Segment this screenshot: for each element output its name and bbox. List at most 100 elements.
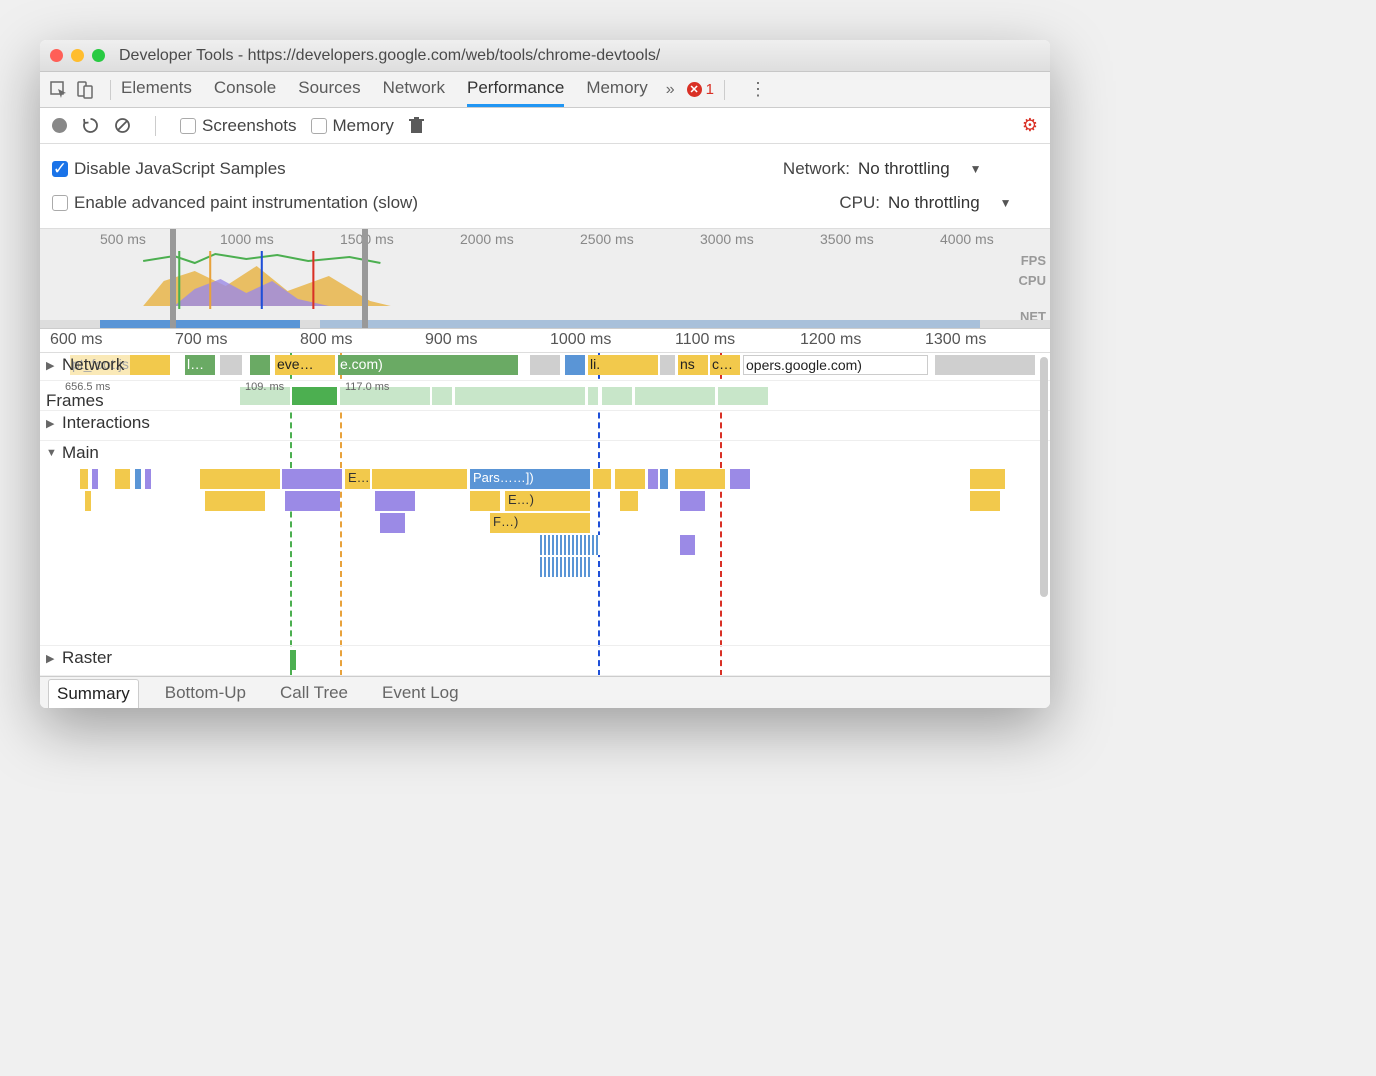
flame-event[interactable] xyxy=(282,469,342,489)
gear-icon[interactable]: ⚙ xyxy=(1022,115,1038,136)
flame-event[interactable] xyxy=(145,469,151,489)
expand-icon[interactable]: ▶ xyxy=(46,359,58,372)
checkbox-icon[interactable] xyxy=(180,118,196,134)
network-track[interactable]: ▶Network pt_foot.js l… eve… e.com) li. n… xyxy=(40,353,1050,381)
device-icon[interactable] xyxy=(74,79,96,101)
viewport-handle-right[interactable] xyxy=(362,229,368,328)
raster-track[interactable]: ▶Raster xyxy=(40,646,1050,676)
network-request[interactable]: ns xyxy=(678,355,708,375)
reload-icon[interactable] xyxy=(81,117,99,135)
flame-event[interactable]: F…) xyxy=(490,513,590,533)
collapse-icon[interactable]: ▼ xyxy=(46,447,58,459)
flame-event[interactable] xyxy=(540,535,600,555)
network-request[interactable]: opers.google.com) xyxy=(743,355,928,375)
frame[interactable] xyxy=(635,387,715,405)
flame-event[interactable] xyxy=(675,469,725,489)
flame-event[interactable] xyxy=(135,469,141,489)
network-request[interactable] xyxy=(660,355,675,375)
network-request[interactable] xyxy=(530,355,560,375)
network-request[interactable]: c… xyxy=(710,355,740,375)
frame[interactable] xyxy=(588,387,598,405)
tab-network[interactable]: Network xyxy=(383,72,445,107)
flame-event[interactable] xyxy=(290,650,296,670)
frame[interactable] xyxy=(718,387,768,405)
flame-event[interactable] xyxy=(648,469,658,489)
menu-icon[interactable]: ⋮ xyxy=(749,79,767,100)
checkbox-icon[interactable] xyxy=(52,195,68,211)
error-badge[interactable]: ✕1 xyxy=(687,81,714,98)
zoom-icon[interactable] xyxy=(92,49,105,62)
flame-event[interactable] xyxy=(115,469,130,489)
network-request[interactable]: l… xyxy=(185,355,215,375)
tab-console[interactable]: Console xyxy=(214,72,276,107)
flame-event[interactable] xyxy=(372,469,467,489)
vertical-scrollbar[interactable] xyxy=(1040,357,1048,597)
checkbox-icon[interactable] xyxy=(311,118,327,134)
tab-memory[interactable]: Memory xyxy=(586,72,647,107)
flame-event[interactable] xyxy=(660,469,668,489)
network-request[interactable]: eve… xyxy=(275,355,335,375)
frame[interactable] xyxy=(432,387,452,405)
tab-elements[interactable]: Elements xyxy=(121,72,192,107)
screenshots-toggle[interactable]: Screenshots xyxy=(180,116,297,136)
flame-event[interactable] xyxy=(375,491,415,511)
frame[interactable] xyxy=(455,387,585,405)
checkbox-icon[interactable]: ✓ xyxy=(52,161,68,177)
expand-icon[interactable]: ▶ xyxy=(46,417,58,430)
inspect-icon[interactable] xyxy=(48,79,70,101)
flame-event[interactable] xyxy=(205,491,265,511)
network-throttle-select[interactable]: No throttling▼ xyxy=(858,159,1038,179)
close-icon[interactable] xyxy=(50,49,63,62)
network-request[interactable] xyxy=(220,355,242,375)
flame-event[interactable] xyxy=(680,535,695,555)
flame-event[interactable] xyxy=(200,469,280,489)
frame[interactable] xyxy=(292,387,337,405)
flame-event[interactable] xyxy=(380,513,405,533)
minimize-icon[interactable] xyxy=(71,49,84,62)
flame-event[interactable] xyxy=(593,469,611,489)
cpu-throttle-select[interactable]: No throttling▼ xyxy=(888,193,1038,213)
flame-event[interactable] xyxy=(80,469,88,489)
network-request[interactable]: e.com) xyxy=(338,355,518,375)
flame-event[interactable] xyxy=(470,491,500,511)
viewport-handle-left[interactable] xyxy=(170,229,176,328)
tab-event-log[interactable]: Event Log xyxy=(374,679,467,707)
expand-icon[interactable]: ▶ xyxy=(46,652,58,665)
main-track[interactable]: ▼Main E… Pars……]) xyxy=(40,441,1050,646)
tab-summary[interactable]: Summary xyxy=(48,679,139,708)
record-button[interactable] xyxy=(52,118,67,133)
flame-chart-area[interactable]: ▶Network pt_foot.js l… eve… e.com) li. n… xyxy=(40,353,1050,676)
flame-event[interactable] xyxy=(970,491,1000,511)
flame-event[interactable]: E… xyxy=(345,469,370,489)
trash-icon[interactable] xyxy=(408,117,426,135)
tab-bottom-up[interactable]: Bottom-Up xyxy=(157,679,254,707)
overview-timeline[interactable]: 500 ms 1000 ms 1500 ms 2000 ms 2500 ms 3… xyxy=(40,229,1050,329)
frame[interactable] xyxy=(602,387,632,405)
tab-performance[interactable]: Performance xyxy=(467,72,564,107)
clear-icon[interactable] xyxy=(113,117,131,135)
flame-event[interactable] xyxy=(540,557,590,577)
network-request[interactable]: li. xyxy=(588,355,658,375)
flame-event[interactable] xyxy=(85,491,91,511)
network-request[interactable] xyxy=(935,355,1035,375)
interactions-track[interactable]: ▶Interactions xyxy=(40,411,1050,441)
flame-event[interactable] xyxy=(970,469,1005,489)
flame-event[interactable] xyxy=(680,491,705,511)
tab-call-tree[interactable]: Call Tree xyxy=(272,679,356,707)
flame-event[interactable] xyxy=(620,491,638,511)
disable-js-samples-toggle[interactable]: ✓Disable JavaScript Samples xyxy=(52,159,286,179)
flame-event[interactable] xyxy=(285,491,340,511)
flame-event[interactable] xyxy=(730,469,750,489)
detail-ruler[interactable]: 600 ms 700 ms 800 ms 900 ms 1000 ms 1100… xyxy=(40,329,1050,353)
flame-event[interactable] xyxy=(92,469,98,489)
flame-event[interactable]: Pars……]) xyxy=(470,469,590,489)
frames-track[interactable]: 656.5 ms Frames 109. ms 117.0 ms xyxy=(40,381,1050,411)
tab-sources[interactable]: Sources xyxy=(298,72,360,107)
flame-event[interactable] xyxy=(615,469,645,489)
network-request[interactable] xyxy=(565,355,585,375)
network-request[interactable] xyxy=(250,355,270,375)
more-tabs-icon[interactable]: » xyxy=(666,81,675,99)
flame-event[interactable]: E…) xyxy=(505,491,590,511)
advanced-paint-toggle[interactable]: Enable advanced paint instrumentation (s… xyxy=(52,193,418,213)
memory-toggle[interactable]: Memory xyxy=(311,116,394,136)
